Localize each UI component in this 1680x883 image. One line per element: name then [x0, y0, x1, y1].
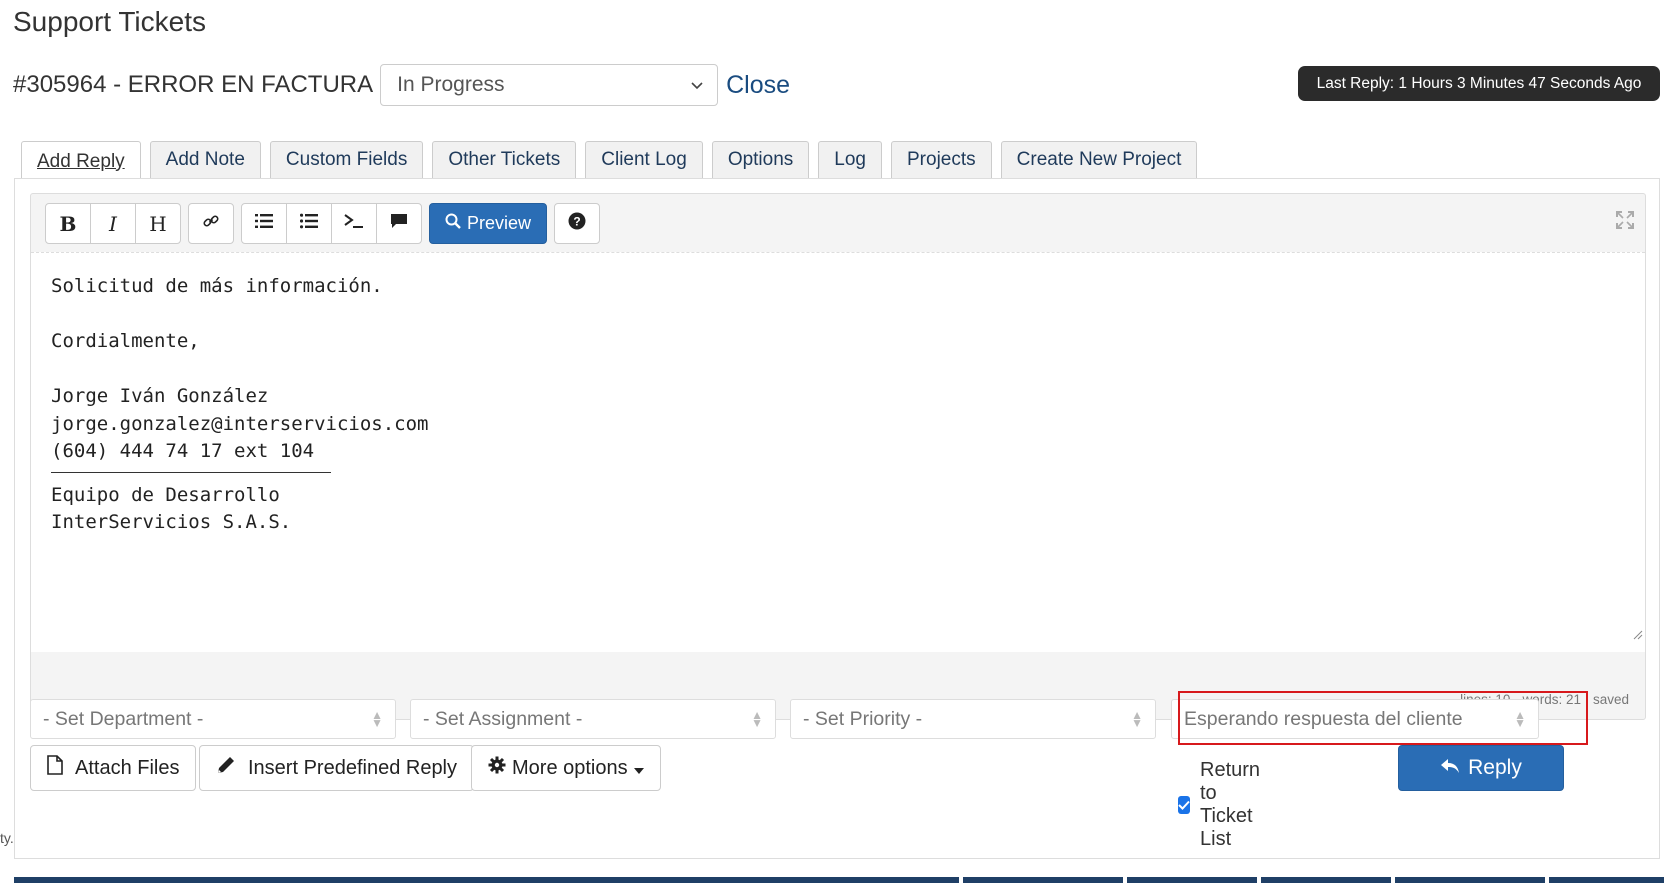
- pencil-icon: [216, 755, 236, 781]
- help-button[interactable]: ?: [554, 203, 601, 244]
- unordered-list-icon: [299, 212, 318, 235]
- select-arrows-icon: ▲ ▼: [751, 708, 763, 730]
- select-arrows-icon: ▲ ▼: [1131, 708, 1143, 730]
- ticket-header: #305964 - ERROR EN FACTURA In Progress C…: [13, 64, 790, 106]
- department-select[interactable]: - Set Department - ▲ ▼: [30, 699, 396, 739]
- reply-panel: B I H Preview ? Solicitud de más informa…: [14, 178, 1660, 859]
- return-to-list-checkbox[interactable]: [1178, 796, 1190, 814]
- preview-button[interactable]: Preview: [429, 203, 548, 244]
- ordered-list-icon: [255, 212, 273, 235]
- bottom-strip-segment: [1127, 877, 1257, 883]
- chevron-down-icon: [691, 77, 703, 93]
- bottom-strip-segment: [1261, 877, 1391, 883]
- bold-button[interactable]: B: [45, 203, 91, 244]
- unordered-list-button[interactable]: [286, 203, 332, 244]
- help-icon: ?: [568, 212, 586, 235]
- tab-log[interactable]: Log: [818, 141, 882, 178]
- more-options-button[interactable]: More options: [471, 745, 661, 791]
- bottom-strip-segment: [14, 877, 959, 883]
- horizontal-rule: [51, 471, 331, 473]
- department-select-value: - Set Department -: [43, 707, 204, 730]
- tab-add-note[interactable]: Add Note: [149, 141, 261, 178]
- saved-indicator: saved: [1592, 692, 1629, 707]
- reply-button[interactable]: Reply: [1398, 745, 1564, 791]
- code-icon: [344, 212, 364, 235]
- priority-select-value: - Set Priority -: [803, 707, 923, 730]
- editor-line: Jorge Iván González: [51, 385, 269, 407]
- ordered-list-button[interactable]: [241, 203, 287, 244]
- heading-button[interactable]: H: [135, 203, 181, 244]
- code-button[interactable]: [331, 203, 377, 244]
- preview-label: Preview: [467, 213, 532, 233]
- bottom-nav-strip: [14, 877, 1664, 883]
- attach-files-button[interactable]: Attach Files: [30, 745, 197, 791]
- tab-other-tickets[interactable]: Other Tickets: [432, 141, 577, 178]
- ticket-heading: #305964 - ERROR EN FACTURA: [13, 71, 374, 98]
- cut-off-text: ty.: [0, 830, 14, 846]
- bottom-strip-segment: [1549, 877, 1664, 883]
- resize-handle-icon[interactable]: [1633, 623, 1643, 651]
- gear-icon: [488, 756, 506, 780]
- file-icon: [47, 755, 63, 781]
- assignment-select[interactable]: - Set Assignment - ▲ ▼: [410, 699, 776, 739]
- editor-toolbar: B I H Preview ?: [45, 203, 601, 244]
- more-options-label: More options: [512, 756, 628, 779]
- svg-text:?: ?: [573, 215, 580, 229]
- insert-predefined-label: Insert Predefined Reply: [248, 756, 458, 779]
- last-reply-badge: Last Reply: 1 Hours 3 Minutes 47 Seconds…: [1298, 66, 1660, 101]
- insert-predefined-reply-button[interactable]: Insert Predefined Reply: [199, 745, 475, 791]
- tab-create-new-project[interactable]: Create New Project: [1000, 141, 1198, 178]
- editor-line: Solicitud de más información.: [51, 275, 383, 297]
- bottom-strip-segment: [1395, 877, 1545, 883]
- tab-custom-fields[interactable]: Custom Fields: [269, 141, 424, 178]
- ticket-status-select[interactable]: In Progress: [380, 64, 719, 106]
- status-select-highlight: [1178, 691, 1588, 745]
- ticket-tabs: Add Reply Add Note Custom Fields Other T…: [21, 141, 1198, 181]
- assignment-select-value: - Set Assignment -: [423, 707, 583, 730]
- italic-button[interactable]: I: [90, 203, 136, 244]
- reply-arrow-icon: [1440, 756, 1460, 780]
- tab-options[interactable]: Options: [711, 141, 810, 178]
- tab-add-reply[interactable]: Add Reply: [21, 141, 141, 181]
- page-title: Support Tickets: [13, 6, 206, 37]
- link-icon: [202, 212, 220, 236]
- select-arrows-icon: ▲ ▼: [371, 708, 383, 730]
- markdown-editor: B I H Preview ? Solicitud de más informa…: [30, 193, 1646, 720]
- quote-button[interactable]: [376, 203, 422, 244]
- return-to-list-option[interactable]: Return to Ticket List: [1178, 759, 1266, 851]
- quote-icon: [390, 212, 408, 235]
- caret-down-icon: [633, 757, 644, 780]
- attach-files-label: Attach Files: [75, 756, 180, 779]
- ticket-status-value: In Progress: [397, 73, 505, 96]
- reply-label: Reply: [1468, 756, 1522, 779]
- editor-line: (604) 444 74 17 ext 104: [51, 440, 315, 462]
- reply-textarea[interactable]: Solicitud de más información. Cordialmen…: [31, 252, 1645, 652]
- link-button[interactable]: [188, 203, 234, 244]
- search-icon: [445, 213, 461, 234]
- editor-line: Equipo de Desarrollo: [51, 483, 280, 506]
- editor-line: Cordialmente,: [51, 330, 200, 352]
- tab-client-log[interactable]: Client Log: [585, 141, 703, 178]
- bottom-strip-segment: [963, 877, 1123, 883]
- tab-projects[interactable]: Projects: [891, 141, 992, 178]
- priority-select[interactable]: - Set Priority - ▲ ▼: [790, 699, 1156, 739]
- return-to-list-label: Return to Ticket List: [1200, 759, 1261, 850]
- editor-line: jorge.gonzalez@interservicios.com: [51, 412, 429, 435]
- close-ticket-link[interactable]: Close: [726, 71, 790, 100]
- fullscreen-icon[interactable]: [1615, 210, 1635, 236]
- editor-line: InterServicios S.A.S.: [51, 511, 292, 533]
